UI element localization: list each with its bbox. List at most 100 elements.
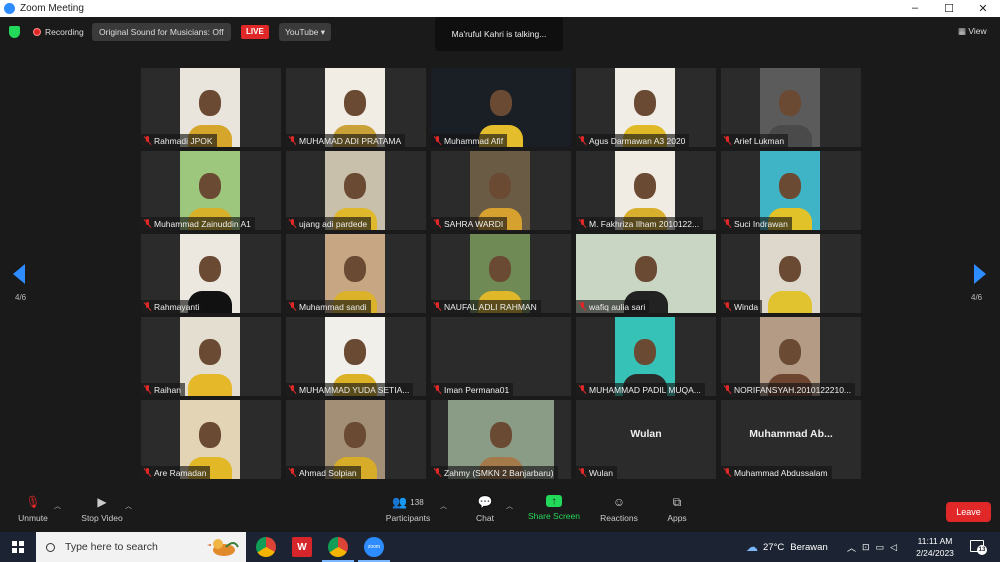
muted-mic-icon bbox=[579, 468, 586, 477]
taskbar-search-box[interactable]: Type here to search bbox=[36, 532, 246, 562]
close-button[interactable]: ✕ bbox=[966, 2, 1000, 15]
wps-office-icon[interactable]: W bbox=[292, 537, 312, 557]
participant-tile[interactable]: Raihan bbox=[141, 317, 281, 396]
participant-video bbox=[180, 317, 240, 396]
participant-name: MUHAMAD ADI PRATAMA bbox=[299, 135, 402, 146]
participant-tile[interactable]: Rahmadi JPOK bbox=[141, 68, 281, 147]
meeting-toolbar: 🎙 Unmute ︿ ▶ Stop Video ︿ 👥 138 Particip… bbox=[0, 491, 1000, 532]
participant-name: ujang adi pardede bbox=[299, 218, 368, 229]
participant-name: Arief Lukman bbox=[734, 135, 785, 146]
taskbar-clock[interactable]: 11:11 AM 2/24/2023 bbox=[910, 535, 960, 559]
audio-options-caret-icon[interactable]: ︿ bbox=[54, 501, 61, 511]
muted-mic-icon bbox=[434, 468, 441, 477]
participant-tile[interactable]: Rahmayanti bbox=[141, 234, 281, 313]
participant-tile[interactable]: Suci Indrawan bbox=[721, 151, 861, 230]
chat-button[interactable]: 💬 Chat bbox=[472, 495, 498, 523]
participant-tile[interactable]: Muhammad Afif bbox=[431, 68, 571, 147]
participant-tile[interactable]: Are Ramadan bbox=[141, 400, 281, 479]
title-bar: Zoom Meeting – ☐ ✕ bbox=[0, 0, 1000, 17]
participant-tile[interactable]: NAUFAL ADLI RAHMAN bbox=[431, 234, 571, 313]
volume-icon[interactable]: ◁ bbox=[890, 542, 897, 553]
muted-mic-icon bbox=[579, 385, 586, 394]
stream-destination-dropdown[interactable]: YouTube ▾ bbox=[279, 23, 332, 41]
participant-tile[interactable]: Iman Permana01 bbox=[431, 317, 571, 396]
stop-video-button[interactable]: ▶ Stop Video bbox=[78, 495, 126, 523]
leave-button[interactable]: Leave bbox=[946, 502, 991, 522]
notification-count-badge: 13 bbox=[977, 545, 987, 555]
participant-tile[interactable]: MUHAMAD ADI PRATAMA bbox=[286, 68, 426, 147]
chat-caret-icon[interactable]: ︿ bbox=[506, 501, 513, 511]
participant-name-bar: MUHAMMAD YUDA SETIA... bbox=[286, 383, 414, 396]
live-badge[interactable]: LIVE bbox=[241, 25, 269, 39]
apps-button[interactable]: ⧉ Apps bbox=[664, 494, 690, 524]
participants-button[interactable]: 👥 138 Participants bbox=[382, 495, 434, 523]
search-icon bbox=[46, 542, 55, 552]
participant-tile[interactable]: Zahmy (SMKN 2 Banjarbaru) bbox=[431, 400, 571, 479]
participant-name: Muhammad Zainuddin A1 bbox=[154, 218, 251, 229]
participant-name: MUHAMMAD YUDA SETIA... bbox=[299, 384, 410, 395]
cloud-icon: ☁ bbox=[746, 540, 758, 554]
muted-mic-icon bbox=[434, 136, 441, 145]
video-options-caret-icon[interactable]: ︿ bbox=[125, 501, 132, 511]
windows-taskbar: Type here to search W zoom ☁ 27°C Berawa… bbox=[0, 532, 1000, 562]
participant-head bbox=[199, 422, 221, 448]
participant-tile[interactable]: Muhammad Zainuddin A1 bbox=[141, 151, 281, 230]
participant-tile[interactable]: Muhammad sandi bbox=[286, 234, 426, 313]
participant-tile[interactable]: Ahmad Solpian bbox=[286, 400, 426, 479]
show-hidden-icons-icon[interactable]: ︿ bbox=[847, 541, 856, 554]
participant-tile[interactable]: Arief Lukman bbox=[721, 68, 861, 147]
zoom-app-icon[interactable]: zoom bbox=[358, 537, 390, 562]
grid-icon: ▦ bbox=[958, 26, 967, 36]
notification-center-icon[interactable]: 13 bbox=[970, 540, 987, 555]
participant-tile[interactable]: MUHAMMAD PADIL MUQA... bbox=[576, 317, 716, 396]
previous-page-arrow-icon[interactable] bbox=[13, 264, 25, 284]
original-sound-button[interactable]: Original Sound for Musicians: Off bbox=[92, 23, 231, 41]
recording-indicator[interactable]: Recording bbox=[33, 27, 84, 37]
participant-tile[interactable]: Wulan Wulan bbox=[576, 400, 716, 479]
participant-head bbox=[779, 90, 801, 116]
participant-tile[interactable]: Winda bbox=[721, 234, 861, 313]
chrome-active-icon[interactable] bbox=[322, 537, 354, 562]
apps-icon: ⧉ bbox=[672, 494, 682, 509]
participant-tile[interactable]: M. Fakhriza Ilham 2010122... bbox=[576, 151, 716, 230]
muted-mic-icon bbox=[289, 302, 296, 311]
participant-name-bar: NORIFANSYAH.2010122210... bbox=[721, 383, 856, 396]
search-placeholder: Type here to search bbox=[65, 541, 158, 553]
participant-name-bar: wafiq aulia sari bbox=[576, 300, 650, 313]
reactions-button[interactable]: ☺ Reactions bbox=[598, 495, 640, 523]
maximize-button[interactable]: ☐ bbox=[932, 2, 966, 15]
view-button[interactable]: ▦ View bbox=[958, 26, 987, 37]
windows-start-icon[interactable] bbox=[12, 541, 24, 553]
network-icon[interactable]: ⊡ bbox=[862, 542, 870, 553]
participant-tile[interactable]: MUHAMMAD YUDA SETIA... bbox=[286, 317, 426, 396]
security-shield-icon[interactable] bbox=[9, 26, 20, 38]
participant-head bbox=[490, 90, 512, 116]
participant-name-bar: NAUFAL ADLI RAHMAN bbox=[431, 300, 541, 313]
weather-widget[interactable]: ☁ 27°C Berawan bbox=[746, 532, 828, 562]
smiley-plus-icon: ☺ bbox=[612, 495, 626, 509]
unmute-button[interactable]: 🎙 Unmute bbox=[14, 495, 52, 523]
muted-mic-icon bbox=[144, 385, 151, 394]
next-page-arrow-icon[interactable] bbox=[974, 264, 986, 284]
participant-name-bar: Are Ramadan bbox=[141, 466, 211, 479]
participant-name-bar: Muhammad Abdussalam bbox=[721, 466, 832, 479]
participants-label: Participants bbox=[385, 513, 431, 523]
share-screen-button[interactable]: ↑ Share Screen bbox=[526, 495, 582, 521]
participant-tile[interactable]: SAHRA WARDI bbox=[431, 151, 571, 230]
participant-tile[interactable]: Agus Darmawan A3 2020 bbox=[576, 68, 716, 147]
participant-tile[interactable]: wafiq aulia sari bbox=[576, 234, 716, 313]
participant-tile[interactable]: Muhammad Ab... Muhammad Abdussalam bbox=[721, 400, 861, 479]
participant-tile[interactable]: NORIFANSYAH.2010122210... bbox=[721, 317, 861, 396]
participant-name-bar: Raihan bbox=[141, 383, 185, 396]
participant-head bbox=[634, 90, 656, 116]
apps-label: Apps bbox=[667, 513, 687, 523]
participant-head bbox=[779, 256, 801, 282]
minimize-button[interactable]: – bbox=[898, 2, 932, 15]
chrome-icon[interactable] bbox=[256, 537, 276, 557]
participant-tile[interactable]: ujang adi pardede bbox=[286, 151, 426, 230]
battery-icon[interactable]: ▭ bbox=[876, 542, 885, 553]
participants-count: 138 bbox=[410, 497, 424, 507]
participants-caret-icon[interactable]: ︿ bbox=[440, 501, 447, 511]
muted-mic-icon bbox=[724, 136, 731, 145]
participant-name: MUHAMMAD PADIL MUQA... bbox=[589, 384, 701, 395]
